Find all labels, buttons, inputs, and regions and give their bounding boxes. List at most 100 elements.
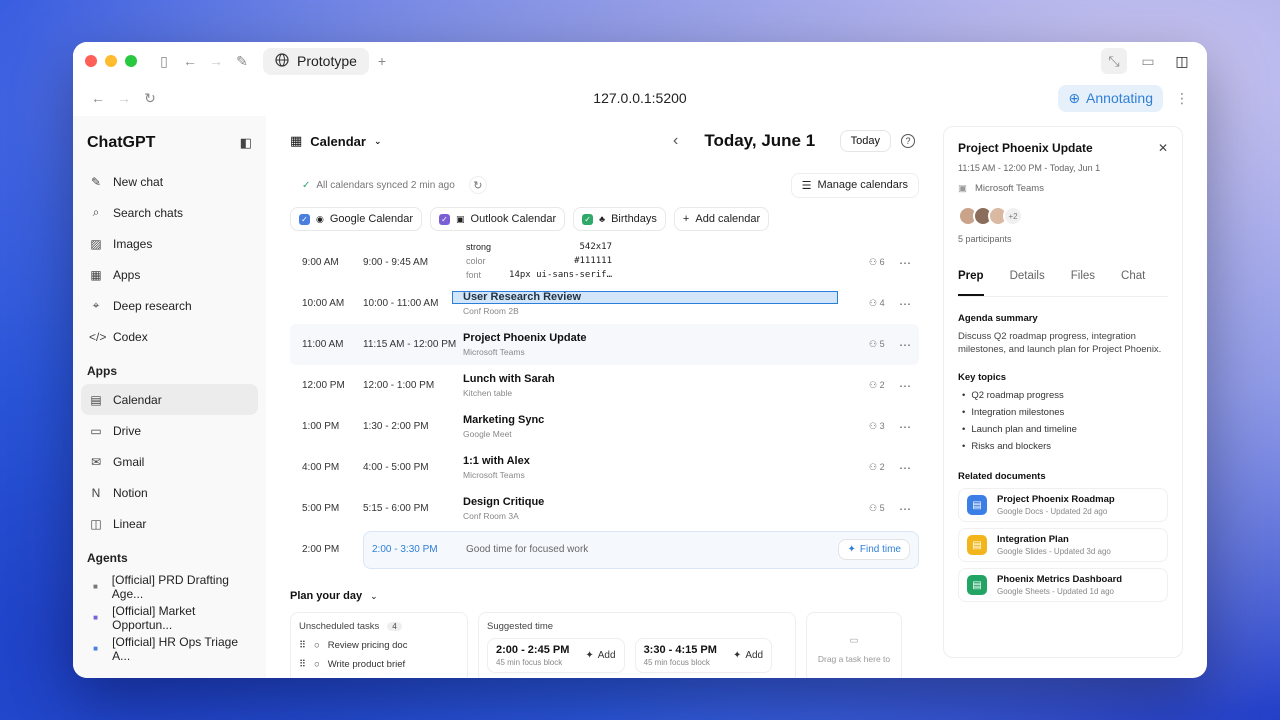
sidebar-collapse-icon[interactable]: ◧ [240, 135, 252, 151]
nav-forward-icon[interactable]: → [111, 85, 137, 111]
manage-calendars-button[interactable]: ☰ Manage calendars [790, 172, 919, 198]
topic-label: Integration milestones [971, 407, 1065, 418]
related-doc[interactable]: ▤ Project Phoenix Roadmap Google Docs - Up… [958, 488, 1168, 522]
nav-back-icon[interactable]: ← [85, 85, 111, 111]
agent-label: [Official] PRD Drafting Age... [111, 572, 229, 601]
tab-files[interactable]: Files [1071, 270, 1095, 296]
back-icon[interactable]: ← [177, 48, 203, 74]
slot-list: 2:00 - 2:45 PM 45 min focus block ✦ Add 3:30… [487, 638, 787, 673]
calendar-source-icon: ◉ [316, 213, 324, 224]
add-slot-button[interactable]: ✦ Add [733, 650, 763, 661]
more-icon[interactable]: ⋯ [899, 379, 919, 393]
sidebar-item-notion[interactable]: N Notion [81, 477, 258, 508]
event-range: 1:30 - 2:00 PM [363, 420, 429, 432]
more-vertical-icon[interactable]: ⋮ [1169, 85, 1195, 111]
event-row[interactable]: 1:00 PM 1:30 - 2:00 PM Marketing Sync Googl… [290, 406, 919, 447]
agenda-text: Discuss Q2 roadmap progress, integration… [958, 331, 1162, 355]
drag-handle-icon[interactable]: ⠿ [299, 640, 306, 651]
event-info: Lunch with Sarah Kitchen table [463, 373, 869, 398]
collapse-icon[interactable]: ⤡ [1101, 48, 1127, 74]
calendar-chip[interactable]: ✓ ▣ Outlook Calendar [430, 207, 566, 231]
close-icon[interactable]: ✕ [1158, 141, 1168, 155]
agent-item[interactable]: ■ [Official] HR Ops Triage A... [81, 633, 258, 664]
tab-prep[interactable]: Prep [958, 270, 984, 296]
calendar-chip[interactable]: ✓ ♣ Birthdays [573, 207, 666, 231]
more-icon[interactable]: ⋯ [899, 502, 919, 516]
event-row[interactable]: 12:00 PM 12:00 - 1:00 PM Lunch with Sarah K… [290, 365, 919, 406]
task-item[interactable]: ⠿ ○ Write product brief [299, 655, 459, 674]
help-icon[interactable]: ? [901, 134, 915, 148]
agent-icon: ■ [92, 582, 98, 591]
calendar-chip[interactable]: ✓ ◉ Google Calendar [290, 207, 423, 231]
agent-label: [Official] Market Opportun... [112, 603, 196, 632]
more-icon[interactable]: ⋯ [899, 256, 919, 270]
drop-zone[interactable]: ▭ Drag a task here to [806, 612, 902, 678]
sidebar-item-images[interactable]: ▨ Images [81, 228, 258, 259]
circle-checkbox-icon[interactable]: ○ [314, 640, 320, 651]
related-doc[interactable]: ▤ Integration Plan Google Slides - Updated… [958, 528, 1168, 562]
sidebar-item-apps[interactable]: ▦ Apps [81, 259, 258, 290]
add-slot-button[interactable]: ✦ Add [585, 650, 615, 661]
docs-heading: Related documents [958, 471, 1046, 482]
refresh-icon[interactable]: ↻ [468, 176, 487, 194]
checkbox-icon[interactable]: ✓ [299, 213, 310, 225]
tab-chat[interactable]: Chat [1121, 270, 1145, 296]
today-button[interactable]: Today [839, 130, 891, 152]
sidebar-item-codex[interactable]: </> Codex [81, 321, 258, 352]
event-info: Design Critique Conf Room 3A [463, 496, 869, 521]
focus-suggestion[interactable]: 2:00 - 3:30 PM Good time for focused wor… [363, 530, 919, 569]
new-tab-icon[interactable]: + [369, 48, 395, 74]
checkbox-icon[interactable]: ✓ [439, 213, 451, 225]
find-time-label: Find time [859, 544, 901, 555]
find-time-button[interactable]: ✦ Find time [838, 539, 910, 560]
sidebar-item-deep-research[interactable]: ⌖ Deep research [81, 290, 258, 321]
task-item[interactable]: ⠿ ○ Review pricing doc [299, 636, 459, 655]
annotating-button[interactable]: ⊕ Annotating [1058, 84, 1163, 112]
participant-avatars[interactable]: +2 [958, 206, 1168, 226]
tab-title: Prototype [297, 53, 357, 69]
close-window-button[interactable] [85, 55, 97, 67]
tab-details[interactable]: Details [1010, 270, 1045, 296]
agent-item[interactable]: ■ [Official] Market Opportun... [81, 602, 258, 633]
more-icon[interactable]: ⋯ [899, 420, 919, 434]
plus-circle-icon: ⊕ [1068, 89, 1081, 106]
drag-handle-icon[interactable]: ⠿ [299, 659, 306, 670]
event-name: Project Phoenix Update [463, 332, 587, 344]
url-text[interactable]: 127.0.0.1:5200 [73, 90, 1207, 106]
more-icon[interactable]: ⋯ [899, 461, 919, 475]
reload-icon[interactable]: ↻ [137, 85, 163, 111]
maximize-window-button[interactable] [125, 55, 137, 67]
sidebar-item-calendar[interactable]: ▤ Calendar [81, 384, 258, 415]
plan-header[interactable]: Plan your day ⌄ [290, 590, 919, 602]
add-calendar-button[interactable]: + Add calendar [673, 207, 770, 231]
browser-tab[interactable]: Prototype [263, 47, 369, 75]
event-row[interactable]: 4:00 PM 4:00 - 5:00 PM 1:1 with Alex Micros… [290, 447, 919, 488]
sidebar-item-new-chat[interactable]: ✎ New chat [81, 166, 258, 197]
topic-label: Risks and blockers [971, 441, 1052, 452]
checkbox-icon[interactable]: ✓ [582, 213, 594, 225]
related-doc[interactable]: ▤ Phoenix Metrics Dashboard Google Sheets … [958, 568, 1168, 602]
calendar-selector[interactable]: ▦ Calendar ⌄ [290, 133, 381, 149]
calendar-title: Calendar [310, 133, 366, 149]
time-slot: 2:00 - 2:45 PM 45 min focus block ✦ Add [487, 638, 625, 673]
more-icon[interactable]: ⋯ [899, 338, 919, 352]
sidebar-toggle-icon[interactable]: ▯ [151, 48, 177, 74]
detail-title: Project Phoenix Update [958, 141, 1093, 155]
agent-item[interactable]: ■ [Official] PRD Drafting Age... [81, 571, 258, 602]
sidebar-item-linear[interactable]: ◫ Linear [81, 508, 258, 539]
prev-day-icon[interactable]: ‹ [673, 132, 678, 150]
sidebar-item-search-chats[interactable]: ⌕ Search chats [81, 197, 258, 228]
more-icon[interactable]: ⋯ [899, 297, 919, 311]
event-participants: ⚇ 4 [869, 298, 899, 309]
doc-sub: Google Docs - Updated 2d ago [997, 507, 1108, 516]
split-view-icon[interactable]: ◫ [1169, 48, 1195, 74]
forward-icon[interactable]: → [203, 48, 229, 74]
circle-checkbox-icon[interactable]: ○ [314, 659, 320, 670]
sidebar-item-gmail[interactable]: ✉ Gmail [81, 446, 258, 477]
compose-icon[interactable]: ✎ [229, 48, 255, 74]
minimize-window-button[interactable] [105, 55, 117, 67]
sidebar-item-drive[interactable]: ▭ Drive [81, 415, 258, 446]
panel-icon[interactable]: ▭ [1135, 48, 1161, 74]
event-row[interactable]: 11:00 AM 11:15 AM - 12:00 PM Project Phoen… [290, 324, 919, 365]
event-row[interactable]: 5:00 PM 5:15 - 6:00 PM Design Critique Conf… [290, 488, 919, 529]
